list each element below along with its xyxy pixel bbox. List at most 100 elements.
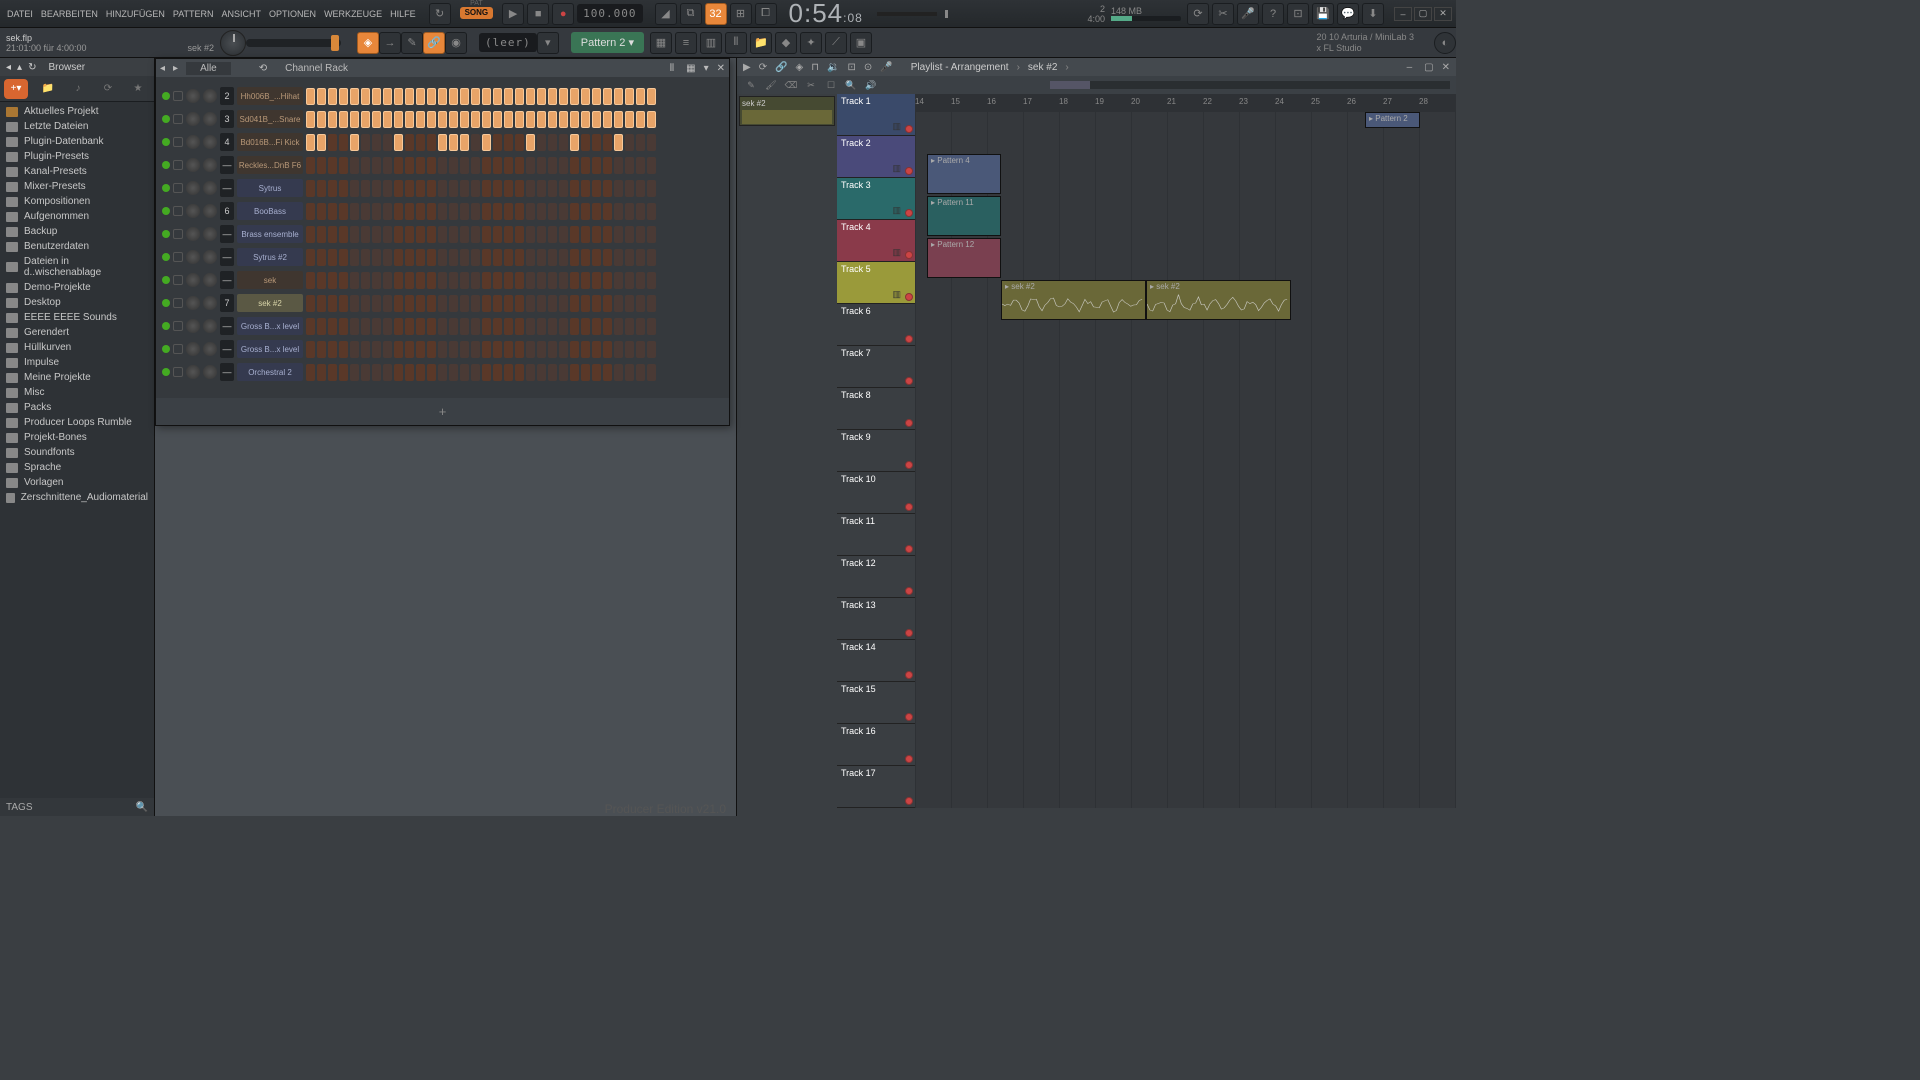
step-cell[interactable]: [427, 295, 436, 312]
step-cell[interactable]: [449, 249, 458, 266]
step-cell[interactable]: [405, 88, 414, 105]
track-arm-icon[interactable]: [905, 125, 913, 133]
step-cell[interactable]: [328, 134, 337, 151]
step-cell[interactable]: [416, 272, 425, 289]
step-cell[interactable]: [328, 295, 337, 312]
step-cell[interactable]: [328, 341, 337, 358]
step-cell[interactable]: [427, 341, 436, 358]
time-counter[interactable]: 0:54:08: [789, 0, 863, 29]
step-cell[interactable]: [647, 364, 656, 381]
step-cell[interactable]: [449, 111, 458, 128]
playlist-clip[interactable]: ▸ Pattern 11: [927, 196, 1001, 236]
step-cell[interactable]: [350, 226, 359, 243]
track-arm-icon[interactable]: [905, 251, 913, 259]
step-cell[interactable]: [427, 88, 436, 105]
channel-route[interactable]: —: [220, 317, 234, 335]
step-cell[interactable]: [460, 272, 469, 289]
step-cell[interactable]: [526, 203, 535, 220]
step-cell[interactable]: [537, 134, 546, 151]
step-cell[interactable]: [493, 341, 502, 358]
step-cell[interactable]: [438, 249, 447, 266]
step-cell[interactable]: [559, 295, 568, 312]
step-cell[interactable]: [317, 111, 326, 128]
step-cell[interactable]: [526, 134, 535, 151]
link-control-button[interactable]: 🔗: [423, 32, 445, 54]
step-cell[interactable]: [438, 203, 447, 220]
step-cell[interactable]: [559, 111, 568, 128]
playlist-track-header[interactable]: Track 7: [837, 346, 915, 388]
step-cell[interactable]: [438, 364, 447, 381]
browser-item[interactable]: Aktuelles Projekt: [0, 104, 154, 119]
step-cell[interactable]: [548, 295, 557, 312]
step-cell[interactable]: [636, 249, 645, 266]
browser-folder-icon[interactable]: 📁: [38, 79, 58, 99]
step-cell[interactable]: [526, 180, 535, 197]
step-cell[interactable]: [482, 111, 491, 128]
channel-route[interactable]: 2: [220, 87, 234, 105]
step-cell[interactable]: [416, 318, 425, 335]
track-arm-icon[interactable]: [905, 167, 913, 175]
step-cell[interactable]: [526, 272, 535, 289]
step-cell[interactable]: [383, 249, 392, 266]
step-cell[interactable]: [636, 203, 645, 220]
maximize-button[interactable]: ▢: [1414, 7, 1432, 21]
cr-close-icon[interactable]: ✕: [717, 63, 725, 74]
step-cell[interactable]: [383, 88, 392, 105]
pl-play-icon[interactable]: ▶: [743, 62, 751, 73]
channel-pan-knob[interactable]: [186, 181, 200, 195]
step-cell[interactable]: [394, 203, 403, 220]
channel-led[interactable]: [162, 322, 170, 330]
playlist-track-header[interactable]: Track 15: [837, 682, 915, 724]
browser-item[interactable]: Aufgenommen: [0, 209, 154, 224]
step-cell[interactable]: [383, 364, 392, 381]
step-cell[interactable]: [306, 157, 315, 174]
close-all-button[interactable]: ▣: [850, 32, 872, 54]
step-cell[interactable]: [438, 134, 447, 151]
step-cell[interactable]: [504, 295, 513, 312]
browser-item[interactable]: Desktop: [0, 295, 154, 310]
step-cell[interactable]: [581, 318, 590, 335]
browser-item[interactable]: Impulse: [0, 355, 154, 370]
step-cell[interactable]: [559, 249, 568, 266]
step-cell[interactable]: [537, 111, 546, 128]
step-cell[interactable]: [493, 272, 502, 289]
step-cell[interactable]: [504, 318, 513, 335]
step-cell[interactable]: [482, 249, 491, 266]
channel-led[interactable]: [162, 230, 170, 238]
step-cell[interactable]: [460, 249, 469, 266]
channel-vol-knob[interactable]: [203, 250, 217, 264]
channel-name-button[interactable]: BooBass: [237, 202, 303, 220]
step-cell[interactable]: [581, 111, 590, 128]
browser-item[interactable]: Sprache: [0, 460, 154, 475]
step-cell[interactable]: [405, 318, 414, 335]
channel-pan-knob[interactable]: [186, 204, 200, 218]
browser-audio-icon[interactable]: ♪: [68, 79, 88, 99]
step-cell[interactable]: [427, 249, 436, 266]
step-cell[interactable]: [328, 272, 337, 289]
channelrack-button[interactable]: ▥: [700, 32, 722, 54]
step-cell[interactable]: [482, 203, 491, 220]
step-cell[interactable]: [559, 134, 568, 151]
channel-led[interactable]: [162, 253, 170, 261]
step-cell[interactable]: [317, 295, 326, 312]
step-cell[interactable]: [581, 364, 590, 381]
step-cell[interactable]: [625, 111, 634, 128]
cr-filter-tab[interactable]: Alle: [186, 62, 231, 75]
channel-mute[interactable]: [173, 298, 183, 308]
step-cell[interactable]: [394, 341, 403, 358]
channel-pan-knob[interactable]: [186, 365, 200, 379]
undo-history-icon[interactable]: ↻: [429, 3, 451, 25]
step-cell[interactable]: [614, 111, 623, 128]
browser-search-icon[interactable]: 🔍: [136, 802, 148, 813]
step-cell[interactable]: [493, 364, 502, 381]
record-button[interactable]: ●: [552, 3, 574, 25]
track-arm-icon[interactable]: [905, 293, 913, 301]
step-cell[interactable]: [317, 249, 326, 266]
step-cell[interactable]: [460, 318, 469, 335]
step-cell[interactable]: [361, 134, 370, 151]
step-cell[interactable]: [603, 341, 612, 358]
master-pitch-slider[interactable]: [246, 39, 341, 47]
step-cell[interactable]: [504, 88, 513, 105]
menu-hilfe[interactable]: HILFE: [387, 7, 419, 21]
step-cell[interactable]: [372, 249, 381, 266]
